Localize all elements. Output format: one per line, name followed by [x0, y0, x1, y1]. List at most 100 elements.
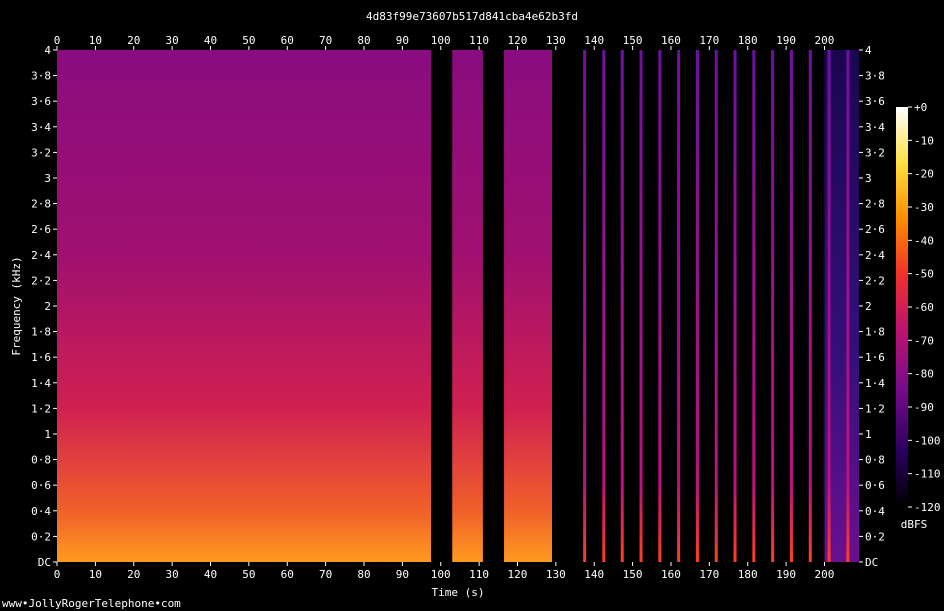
x-tick-label: 200	[815, 34, 835, 47]
colorbar-tick-label: -50	[914, 268, 934, 281]
spectrogram-segment	[452, 50, 483, 562]
spectrogram-segment	[504, 50, 553, 562]
x-tick-label: 40	[204, 568, 217, 581]
y-tick-label: 1·6	[865, 351, 885, 364]
x-tick-label: 80	[357, 568, 370, 581]
y-tick-label: 0·8	[31, 454, 51, 467]
x-tick-label: 140	[584, 34, 604, 47]
y-tick-label: DC	[38, 556, 51, 569]
y-tick-label: 2·4	[31, 249, 51, 262]
y-tick-label: 1	[865, 428, 872, 441]
colorbar-tick-label: +0	[914, 101, 927, 114]
y-tick-label: 0·4	[31, 505, 51, 518]
tone-pulse	[827, 50, 831, 562]
x-tick-label: 0	[54, 34, 61, 47]
y-axis-right: DC 0·2 0·4 0·6 0·8 1 1·2 1·4 1·6 1·8 2 2·2 2·4 2·6 2·8…	[859, 44, 885, 569]
colorbar-tick-label: -30	[914, 201, 934, 214]
y-tick-label: 3·2	[31, 146, 51, 159]
y-tick-label: 3·2	[865, 146, 885, 159]
y-tick-label: 0·2	[865, 530, 885, 543]
x-tick-label: 70	[319, 34, 332, 47]
y-tick-label: 2	[44, 300, 51, 313]
colorbar-ticks: +0 -10 -20 -30 -40 -50 -60 -70 -80 -90 -100 -110 -12…	[908, 101, 941, 514]
footer-credit: www•JollyRogerTelephone•com	[2, 597, 181, 610]
colorbar-tick-label: -20	[914, 168, 934, 181]
x-tick-label: 20	[127, 34, 140, 47]
y-tick-label: 0·6	[31, 479, 51, 492]
x-tick-label: 170	[699, 568, 719, 581]
tone-pulse	[602, 50, 606, 562]
tone-pulse	[733, 50, 737, 562]
y-tick-label: DC	[865, 556, 878, 569]
y-tick-label: 1·4	[865, 377, 885, 390]
y-tick-label: 4	[865, 44, 872, 57]
y-tick-label: 1	[44, 428, 51, 441]
colorbar-gradient	[896, 107, 908, 507]
tone-pulse	[658, 50, 662, 562]
x-tick-label: 20	[127, 568, 140, 581]
y-tick-label: 0·8	[865, 454, 885, 467]
spectrogram-pulses	[583, 50, 850, 562]
spectrogram-chart: 4d83f99e73607b517d841cba4e62b3fd 0 10 20 30…	[2, 10, 941, 610]
colorbar: +0 -10 -20 -30 -40 -50 -60 -70 -80 -90 -100 -110 -12…	[896, 101, 941, 531]
y-tick-label: 1·8	[31, 326, 51, 339]
x-tick-label: 130	[546, 34, 566, 47]
x-tick-label: 130	[546, 568, 566, 581]
colorbar-tick-label: -110	[914, 468, 941, 481]
y-tick-label: 2·6	[31, 223, 51, 236]
y-tick-label: 2·2	[31, 274, 51, 287]
x-tick-label: 190	[776, 34, 796, 47]
colorbar-tick-label: -100	[914, 434, 941, 447]
colorbar-tick-label: -120	[914, 501, 941, 514]
y-tick-label: 1·2	[865, 402, 885, 415]
x-tick-label: 100	[431, 34, 451, 47]
x-tick-label: 160	[661, 34, 681, 47]
tone-pulse	[771, 50, 775, 562]
x-tick-label: 30	[165, 34, 178, 47]
plot-area	[57, 50, 859, 562]
colorbar-tick-label: -60	[914, 301, 934, 314]
x-tick-label: 40	[204, 34, 217, 47]
y-tick-label: 4	[44, 44, 51, 57]
y-tick-label: 2·2	[865, 274, 885, 287]
x-tick-label: 100	[431, 568, 451, 581]
y-tick-label: 1·4	[31, 377, 51, 390]
y-axis-label: Frequency (kHz)	[10, 256, 23, 355]
x-tick-label: 120	[508, 34, 528, 47]
colorbar-label: dBFS	[901, 518, 928, 531]
x-tick-label: 180	[738, 568, 758, 581]
x-tick-label: 140	[584, 568, 604, 581]
tone-pulse	[714, 50, 718, 562]
x-tick-label: 10	[89, 568, 102, 581]
x-axis-bottom: 0 10 20 30 40 50 60 70 80 90 100 110 120 130 140 150 160…	[54, 562, 834, 581]
x-tick-label: 90	[396, 568, 409, 581]
x-tick-label: 80	[357, 34, 370, 47]
tone-pulse	[695, 50, 699, 562]
x-tick-label: 0	[54, 568, 61, 581]
x-tick-label: 160	[661, 568, 681, 581]
x-tick-label: 50	[242, 568, 255, 581]
chart-title: 4d83f99e73607b517d841cba4e62b3fd	[366, 10, 578, 23]
x-tick-label: 70	[319, 568, 332, 581]
y-tick-label: 3·6	[31, 95, 51, 108]
colorbar-tick-label: -90	[914, 401, 934, 414]
y-tick-label: 3·4	[865, 121, 885, 134]
colorbar-tick-label: -10	[914, 134, 934, 147]
tone-pulse	[808, 50, 812, 562]
y-axis-left: DC 0·2 0·4 0·6 0·8 1 1·2 1·4 1·6 1·8 2 2·2 2·4 2·6 2·8…	[31, 44, 57, 569]
y-tick-label: 2·4	[865, 249, 885, 262]
x-tick-label: 190	[776, 568, 796, 581]
x-tick-label: 180	[738, 34, 758, 47]
tone-pulse	[752, 50, 756, 562]
x-tick-label: 150	[623, 34, 643, 47]
colorbar-tick-label: -40	[914, 234, 934, 247]
y-tick-label: 3·4	[31, 121, 51, 134]
spectrogram-segment	[431, 50, 453, 562]
x-axis-top: 0 10 20 30 40 50 60 70 80 90 100 110 120 130 140 150 160…	[54, 34, 835, 50]
x-tick-label: 120	[508, 568, 528, 581]
colorbar-tick-label: -70	[914, 334, 934, 347]
y-tick-label: 3·6	[865, 95, 885, 108]
y-tick-label: 0·2	[31, 530, 51, 543]
x-tick-label: 150	[623, 568, 643, 581]
tone-pulse	[846, 50, 850, 562]
